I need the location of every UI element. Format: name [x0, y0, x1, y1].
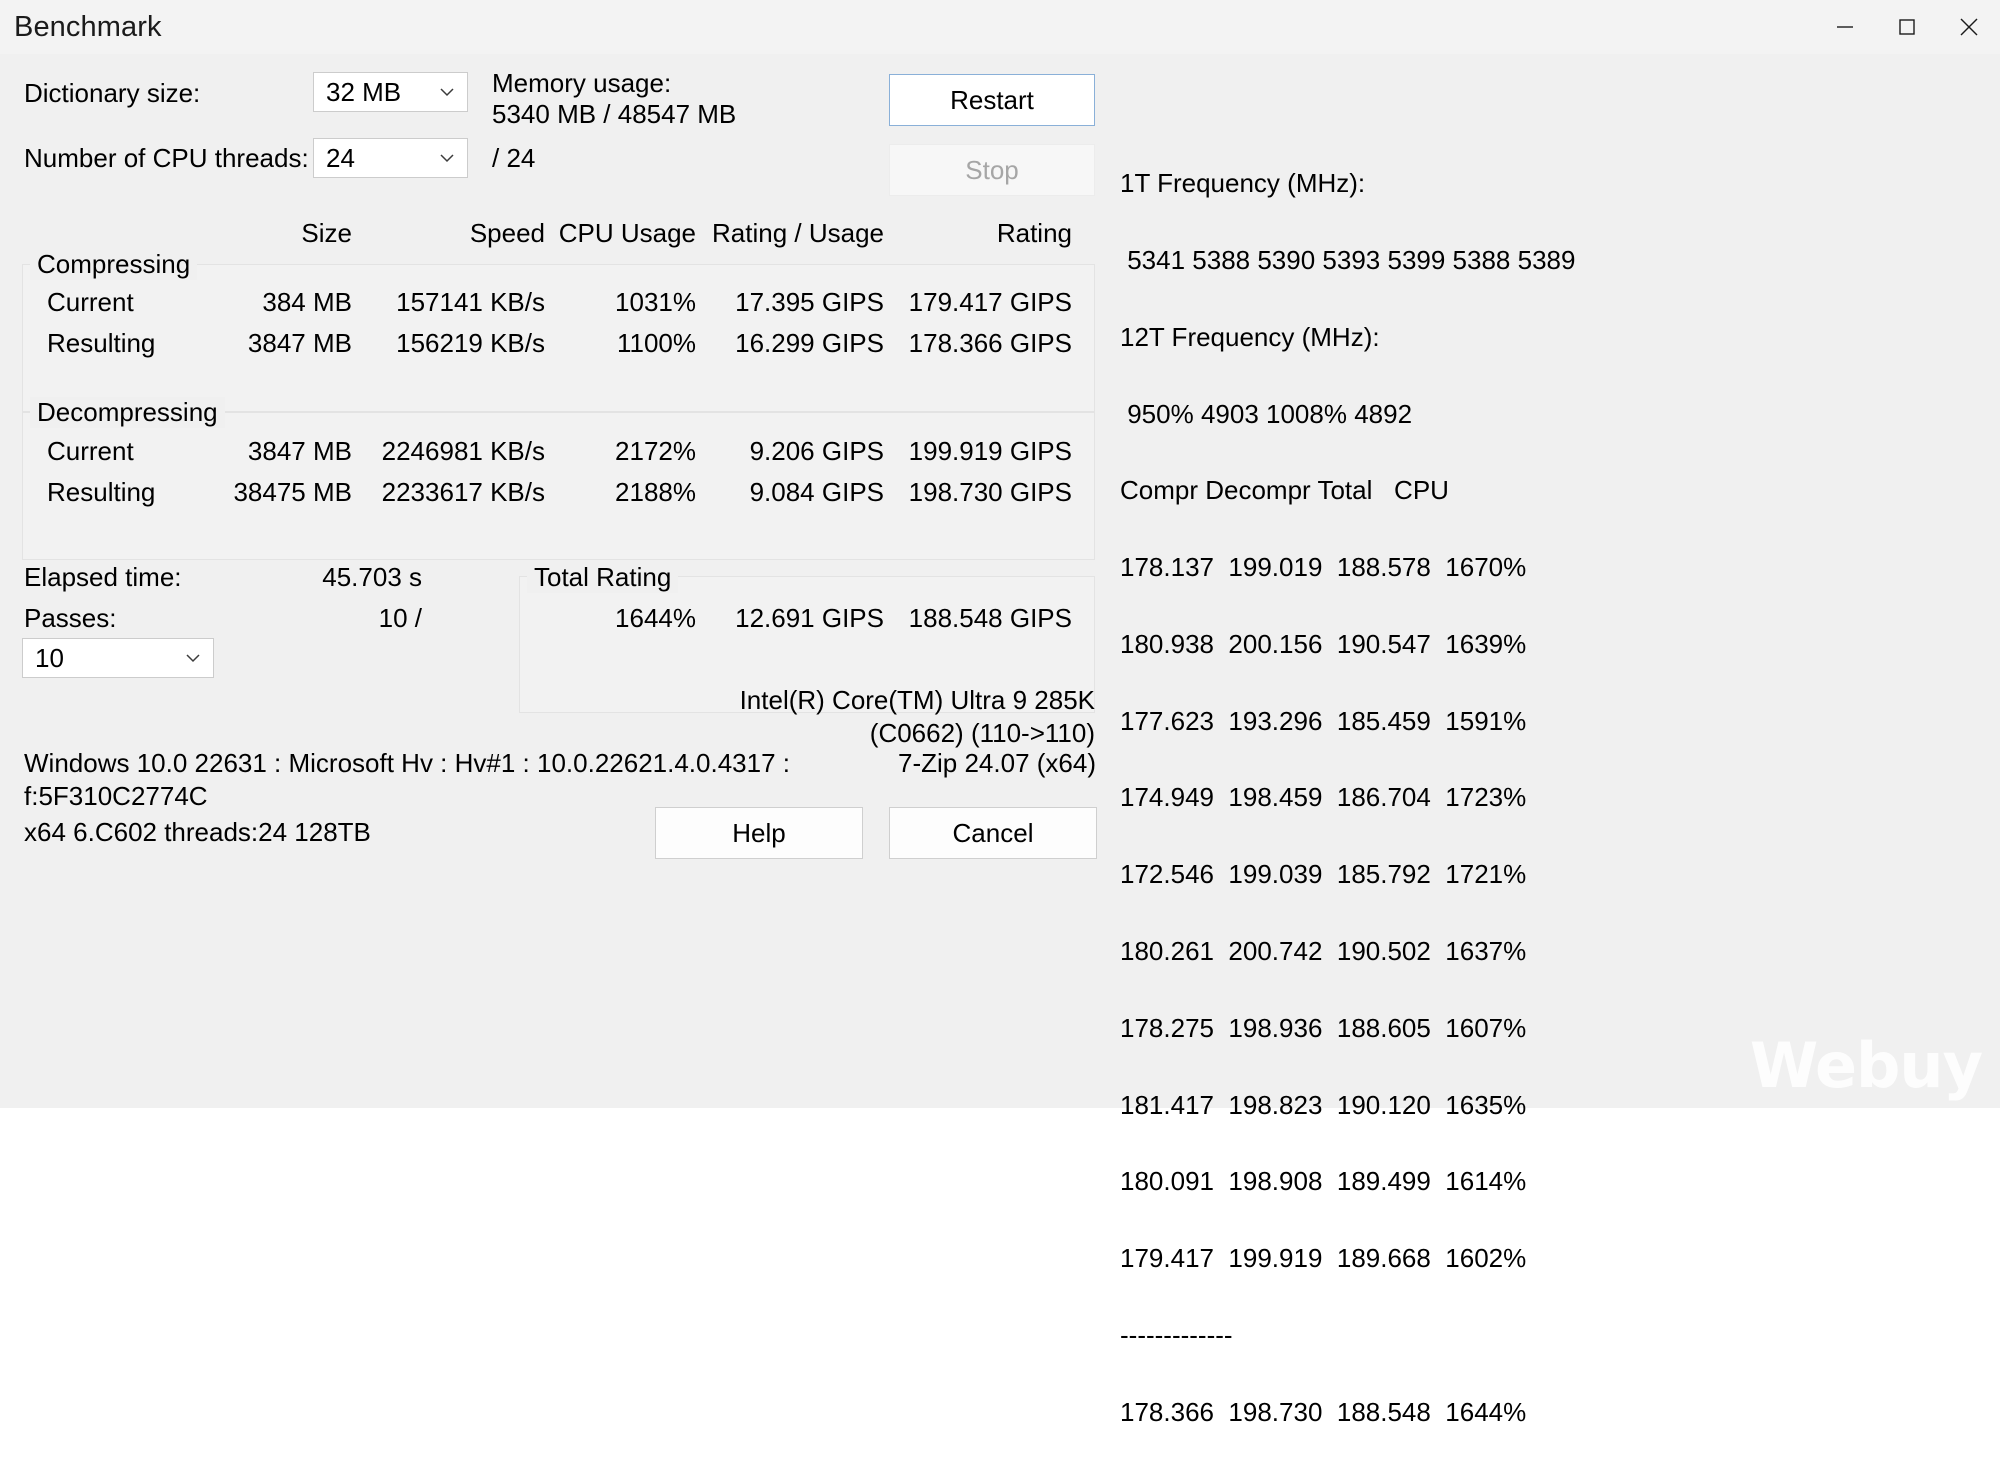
decompressing-row-0-rating-usage: 9.206 GIPS [749, 436, 884, 466]
passes-select[interactable]: 10 [22, 638, 214, 678]
decompressing-row-1-rating-usage: 9.084 GIPS [749, 477, 884, 507]
results-row: 178.137 199.019 188.578 1670% [1120, 552, 1527, 583]
results-total-row: 178.366 198.730 188.548 1644% [1120, 1396, 1527, 1427]
results-pane: 1T Frequency (MHz): 5341 5388 5390 5393 … [1120, 120, 1990, 1476]
compressing-row-1-size: 3847 MB [247, 328, 352, 358]
decompressing-row-0-rating: 199.919 GIPS [908, 436, 1072, 466]
results-divider: ------------- [1120, 1319, 1233, 1350]
decompressing-row-0-label: Current [47, 436, 134, 466]
cpu-threads-max: / 24 [492, 143, 536, 173]
header-rating: Rating [996, 218, 1072, 248]
maximize-icon [1899, 19, 1915, 35]
memory-usage-label: Memory usage: [492, 68, 672, 98]
results-row: 174.949 198.459 186.704 1723% [1120, 782, 1527, 813]
passes-select-value: 10 [35, 642, 64, 673]
elapsed-time-label: Elapsed time: [24, 562, 182, 592]
chevron-down-icon [437, 82, 457, 102]
compressing-group-title: Compressing [30, 249, 198, 280]
minimize-icon [1837, 26, 1853, 28]
webuy-watermark: Webuy [1749, 1029, 1983, 1102]
total-rating-value: 188.548 GIPS [908, 603, 1072, 633]
decompressing-group-title: Decompressing [30, 397, 225, 428]
system-info-line-2: f:5F310C2774C [24, 781, 208, 811]
decompressing-row-1-label: Resulting [47, 477, 156, 507]
cpu-threads-value: 24 [326, 142, 355, 173]
window-title: Benchmark [14, 10, 162, 43]
passes-value: 10 / [378, 603, 422, 633]
cpu-name: Intel(R) Core(TM) Ultra 9 285K [739, 685, 1095, 715]
chevron-down-icon [183, 648, 203, 668]
memory-usage-value: 5340 MB / 48547 MB [492, 99, 737, 129]
close-button[interactable] [1938, 0, 2000, 54]
cpu-threads-select[interactable]: 24 [313, 138, 468, 178]
compressing-row-0-rating: 179.417 GIPS [908, 287, 1072, 317]
compressing-row-0-rating-usage: 17.395 GIPS [735, 287, 884, 317]
header-rating-usage: Rating / Usage [712, 218, 884, 248]
header-size: Size [301, 218, 352, 248]
freq-12t-values: 950% 4903 1008% 4892 [1120, 398, 1413, 429]
minimize-button[interactable] [1814, 0, 1876, 54]
elapsed-time-value: 45.703 s [322, 562, 422, 592]
freq-12t-label: 12T Frequency (MHz): [1120, 321, 1380, 352]
total-rating-usage: 12.691 GIPS [735, 603, 884, 633]
stop-button: Stop [889, 144, 1095, 196]
results-row: 180.091 198.908 189.499 1614% [1120, 1166, 1527, 1197]
cancel-button-label: Cancel [952, 817, 1034, 848]
dictionary-size-select[interactable]: 32 MB [313, 72, 468, 112]
help-button-label: Help [732, 817, 786, 848]
results-row: 180.261 200.742 190.502 1637% [1120, 936, 1527, 966]
restart-button-label: Restart [950, 84, 1034, 115]
compressing-row-1-label: Resulting [47, 328, 156, 358]
compressing-row-1-rating: 178.366 GIPS [908, 328, 1072, 358]
results-row: 180.938 200.156 190.547 1639% [1120, 628, 1527, 659]
sevenzip-version: 7-Zip 24.07 (x64) [898, 748, 1096, 778]
help-button[interactable]: Help [655, 807, 863, 859]
restart-button[interactable]: Restart [889, 74, 1095, 126]
results-row: 177.623 193.296 185.459 1591% [1120, 705, 1527, 736]
freq-1t-label: 1T Frequency (MHz): [1120, 168, 1366, 199]
compressing-row-0-label: Current [47, 287, 134, 317]
compressing-row-0-size: 384 MB [262, 287, 352, 317]
cpu-threads-label: Number of CPU threads: [24, 143, 309, 173]
dialog-body: Dictionary size: 32 MB Memory usage: 534… [0, 54, 2000, 1424]
close-icon [1960, 18, 1978, 36]
decompressing-row-1-size: 38475 MB [233, 477, 352, 507]
system-info-line-3: x64 6.C602 threads:24 128TB [24, 817, 371, 847]
freq-1t-values: 5341 5388 5390 5393 5399 5388 5389 [1120, 244, 1576, 275]
system-info-line-1: Windows 10.0 22631 : Microsoft Hv : Hv#1… [24, 748, 790, 778]
title-bar: Benchmark [0, 0, 2000, 54]
passes-label: Passes: [24, 603, 117, 633]
stop-button-label: Stop [965, 154, 1019, 185]
maximize-button[interactable] [1876, 0, 1938, 54]
total-rating-title: Total Rating [527, 562, 679, 593]
cancel-button[interactable]: Cancel [889, 807, 1097, 859]
decompressing-row-0-size: 3847 MB [247, 436, 352, 466]
results-row: 179.417 199.919 189.668 1602% [1120, 1243, 1527, 1274]
dictionary-size-value: 32 MB [326, 76, 402, 107]
results-columns-header: Compr Decompr Total CPU [1120, 475, 1449, 506]
cpu-id: (C0662) (110->110) [869, 718, 1095, 748]
compressing-row-1-rating-usage: 16.299 GIPS [735, 328, 884, 358]
results-row: 172.546 199.039 185.792 1721% [1120, 859, 1527, 890]
chevron-down-icon [437, 148, 457, 168]
window-controls [1814, 0, 2000, 54]
decompressing-row-1-rating: 198.730 GIPS [908, 477, 1072, 507]
dictionary-size-label: Dictionary size: [24, 78, 201, 108]
